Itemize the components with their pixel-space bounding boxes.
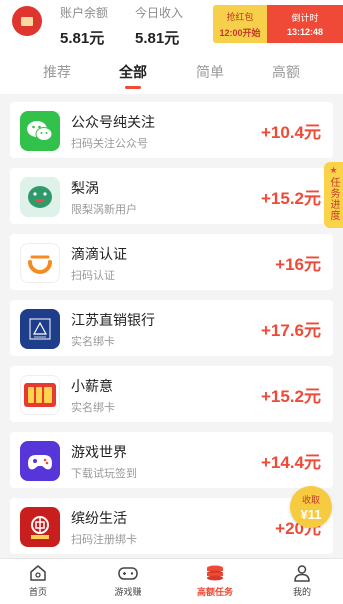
grab-label: 抢红包	[226, 11, 254, 22]
task-reward: +14.4元	[260, 453, 321, 472]
nav-games[interactable]: 游戏赚	[98, 563, 158, 598]
wechat-icon	[20, 111, 60, 151]
lianwo-icon	[20, 177, 60, 217]
balance-stat: 账户余额 5.81元	[60, 4, 108, 48]
collect-coin-button[interactable]: 收取 ¥11	[290, 486, 332, 528]
account-header: 账户余额 5.81元 今日收入 5.81元 抢红包 12:00开始 倒计时 13…	[0, 0, 343, 50]
task-title: 游戏世界	[71, 444, 127, 460]
red-envelope-avatar-icon[interactable]	[12, 6, 42, 36]
task-card[interactable]: 缤纷生活 扫码注册绑卡 +20元	[10, 498, 333, 554]
countdown-label: 倒计时	[291, 13, 319, 23]
task-reward: +10.4元	[260, 123, 321, 142]
balance-label: 账户余额	[60, 6, 109, 20]
task-card[interactable]: 公众号纯关注 扫码关注公众号 +10.4元	[10, 102, 333, 158]
gamepad-icon	[118, 567, 138, 580]
tab-recommended[interactable]: 推荐	[27, 50, 87, 94]
home-icon	[30, 565, 46, 581]
start-time: 12:00开始	[219, 27, 261, 38]
category-tabs: 推荐 全部 简单 高额	[0, 50, 343, 94]
coin-stack-icon	[207, 565, 223, 581]
balance-value: 5.81元	[60, 30, 105, 47]
task-title: 梨涡	[71, 180, 99, 196]
task-title: 缤纷生活	[71, 510, 127, 526]
task-subtitle: 实名绑卡	[71, 336, 115, 348]
task-subtitle: 下载试玩签到	[71, 468, 137, 480]
didi-icon	[20, 243, 60, 283]
task-title: 江苏直销银行	[71, 312, 155, 328]
today-income-value: 5.81元	[135, 30, 180, 47]
task-card[interactable]: 游戏世界 下载试玩签到 +14.4元	[10, 432, 333, 488]
task-card[interactable]: 滴滴认证 扫码认证 +16元	[10, 234, 333, 290]
task-card[interactable]: 梨涡 限梨涡新用户 +15.2元	[10, 168, 333, 224]
bottom-nav: 首页 游戏赚 高额任务 我的	[0, 558, 343, 604]
task-subtitle: 实名绑卡	[71, 402, 115, 414]
task-subtitle: 扫码认证	[71, 270, 115, 282]
nav-profile-label: 我的	[292, 587, 311, 597]
tab-high-value[interactable]: 高额	[256, 50, 316, 94]
task-subtitle: 限梨涡新用户	[71, 204, 137, 216]
task-reward: +16元	[275, 255, 321, 274]
nav-profile[interactable]: 我的	[272, 563, 332, 598]
bank-of-china-icon	[20, 507, 60, 547]
tab-all[interactable]: 全部	[103, 50, 163, 94]
nav-home-label: 首页	[28, 587, 47, 597]
task-reward: +15.2元	[260, 189, 321, 208]
tab-simple[interactable]: 简单	[180, 50, 240, 94]
task-title: 公众号纯关注	[71, 114, 155, 130]
task-subtitle: 扫码注册绑卡	[71, 534, 137, 546]
collect-label: 收取	[301, 494, 320, 505]
today-income-stat: 今日收入 5.81元	[135, 4, 183, 48]
collect-amount: ¥11	[300, 506, 322, 522]
task-title: 小薪意	[71, 378, 113, 394]
nav-high-value-tasks[interactable]: 高额任务	[185, 563, 245, 598]
game-world-icon	[20, 441, 60, 481]
today-income-label: 今日收入	[135, 6, 184, 20]
nav-games-label: 游戏赚	[114, 587, 142, 597]
task-title: 滴滴认证	[71, 246, 127, 262]
nav-high-value-tasks-label: 高额任务	[196, 587, 233, 597]
task-reward: +15.2元	[260, 387, 321, 406]
countdown-value: 13:12:48	[286, 27, 324, 37]
star-icon: ★	[329, 165, 338, 175]
task-progress-label: 任务进度	[328, 177, 339, 221]
task-card[interactable]: 小薪意 实名绑卡 +15.2元	[10, 366, 333, 422]
user-icon	[294, 565, 310, 582]
grab-red-packet-banner[interactable]: 抢红包 12:00开始 倒计时 13:12:48	[213, 5, 343, 43]
task-subtitle: 扫码关注公众号	[71, 138, 148, 150]
task-progress-tab[interactable]: ★ 任务进度	[324, 162, 343, 228]
task-card[interactable]: 江苏直销银行 实名绑卡 +17.6元	[10, 300, 333, 356]
xiaoxinyi-icon	[20, 375, 60, 415]
task-reward: +17.6元	[260, 321, 321, 340]
jiangsu-bank-icon	[20, 309, 60, 349]
nav-home[interactable]: 首页	[8, 563, 68, 598]
